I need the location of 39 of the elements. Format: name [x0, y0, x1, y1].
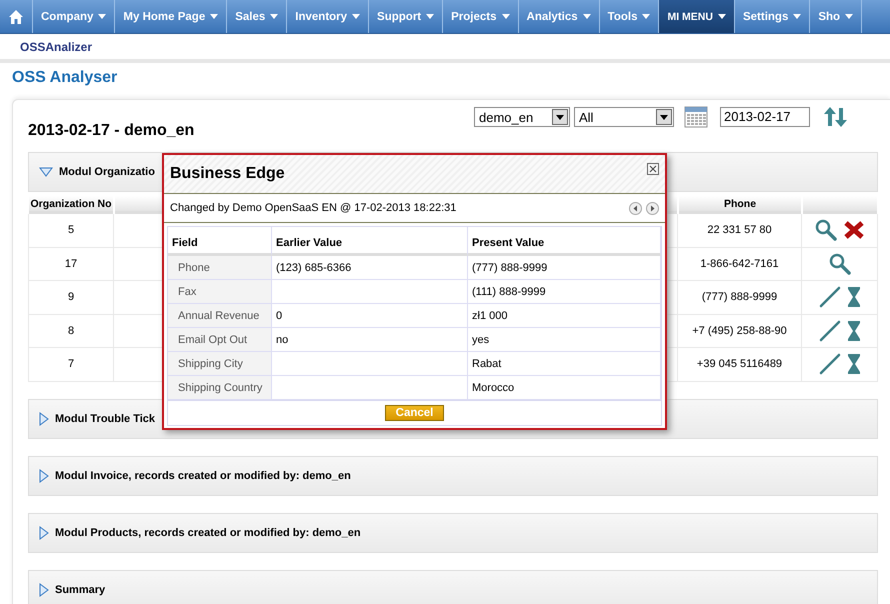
report-heading: 2013-02-17 - demo_en: [28, 122, 194, 140]
earlier-value: (123) 685-6366: [272, 256, 468, 280]
field-name-cell: Annual Revenue: [168, 304, 272, 328]
table-cell: 1-866-642-7161: [678, 248, 802, 281]
page-title: OSS Analyser: [12, 69, 118, 87]
table-cell: +39 045 5116489: [678, 348, 802, 382]
table-cell: (777) 888-9999: [678, 281, 802, 314]
section-title: Modul Organizatio: [59, 166, 155, 178]
change-info: Changed by Demo OpenSaaS EN @ 17-02-2013 18:22:31: [170, 202, 456, 214]
field-name-cell: Shipping City: [168, 352, 272, 376]
field-name-cell: Fax: [168, 280, 272, 304]
table-cell: 9: [28, 281, 114, 314]
section-title: Summary: [55, 584, 106, 596]
present-value: zł1 000: [468, 304, 661, 328]
table-cell: +7 (495) 258-88-90: [678, 314, 802, 348]
earlier-value: no: [272, 328, 468, 352]
earlier-value: 0: [272, 304, 468, 328]
section-title: Modul Invoice, records created or modified by: demo_en: [55, 470, 351, 482]
column-header: Field: [172, 237, 198, 249]
table-cell: 7: [28, 348, 114, 382]
section-title: Modul Trouble Tick: [55, 412, 156, 424]
present-value: (777) 888-9999: [468, 256, 661, 280]
field-name-cell: Phone: [168, 256, 272, 280]
table-cell: 8: [28, 314, 114, 348]
field-name-cell: Email Opt Out: [168, 328, 272, 352]
column-header: Organization No: [29, 196, 113, 214]
column-header: Present Value: [472, 237, 544, 249]
present-value: Rabat: [468, 352, 661, 376]
column-header: Earlier Value: [276, 237, 342, 249]
table-cell: 5: [28, 214, 114, 248]
table-cell: 17: [28, 248, 114, 281]
column-header: Phone: [679, 196, 801, 214]
field-name-cell: Shipping Country: [168, 376, 272, 400]
present-value: yes: [468, 328, 661, 352]
table-cell: 22 331 57 80: [678, 214, 802, 248]
section-title: Modul Products, records created or modified by: demo_en: [55, 526, 361, 538]
dialog-title: Business Edge: [170, 165, 285, 183]
present-value: (111) 888-9999: [468, 280, 661, 304]
present-value: Morocco: [468, 376, 661, 400]
